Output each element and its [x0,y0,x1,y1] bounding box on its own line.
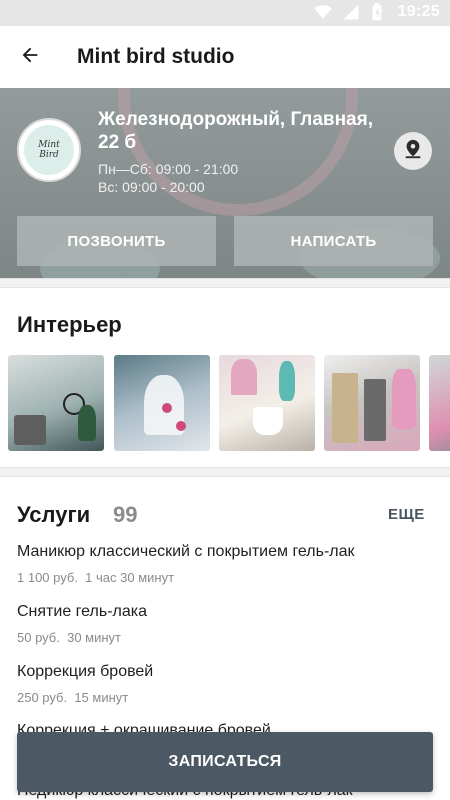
studio-logo-image: Mint Bird [24,125,74,175]
service-name[interactable]: Маникюр классический с покрытием гель-ла… [17,543,355,561]
interior-photo[interactable] [324,355,420,451]
status-time: 19:25 [397,3,440,20]
service-duration: 1 час 30 минут [85,570,175,585]
service-price: 250 руб. [17,690,68,705]
section-divider [0,278,450,288]
interior-photo[interactable] [429,355,450,451]
hours-sunday: Вс: 09:00 - 20:00 [98,179,205,195]
service-duration: 30 минут [67,630,121,645]
interior-photo[interactable] [219,355,315,451]
hours-weekdays: Пн—Сб: 09:00 - 21:00 [98,161,239,177]
interior-photo[interactable] [8,355,104,451]
interior-photo[interactable] [114,355,210,451]
app-bar: Mint bird studio [0,26,450,88]
studio-logo: Mint Bird [17,118,81,182]
service-name[interactable]: Снятие гель-лака [17,603,147,621]
location-pin-icon [402,138,424,165]
map-button[interactable] [394,132,432,170]
arrow-back-icon [19,44,41,71]
section-divider [0,467,450,477]
signal-icon [342,3,360,21]
book-button[interactable]: ЗАПИСАТЬСЯ [17,732,433,792]
service-duration: 15 минут [74,690,129,705]
call-button[interactable]: ПОЗВОНИТЬ [17,216,216,266]
write-button[interactable]: НАПИСАТЬ [234,216,433,266]
service-meta: 250 руб. 15 минут [17,690,128,705]
services-count: 99 [113,502,138,527]
status-bar: 19:25 [0,0,450,26]
service-price: 50 руб. [17,630,60,645]
service-name[interactable]: Коррекция бровей [17,663,153,681]
studio-header: Mint Bird Железнодорожный, Главная, 22 б … [0,88,450,278]
wifi-icon [313,3,332,21]
page-title: Mint bird studio [77,45,235,68]
service-meta: 50 руб. 30 минут [17,630,121,645]
studio-address: Железнодорожный, Главная, 22 б [98,109,373,153]
interior-title: Интерьер [17,312,122,337]
service-meta: 1 100 руб. 1 час 30 минут [17,570,174,585]
battery-icon [370,3,388,21]
more-services-link[interactable]: ЕЩЕ [388,506,425,523]
services-title: Услуги [17,502,91,527]
back-button[interactable] [14,41,46,73]
service-price: 1 100 руб. [17,570,78,585]
interior-gallery [8,355,450,451]
